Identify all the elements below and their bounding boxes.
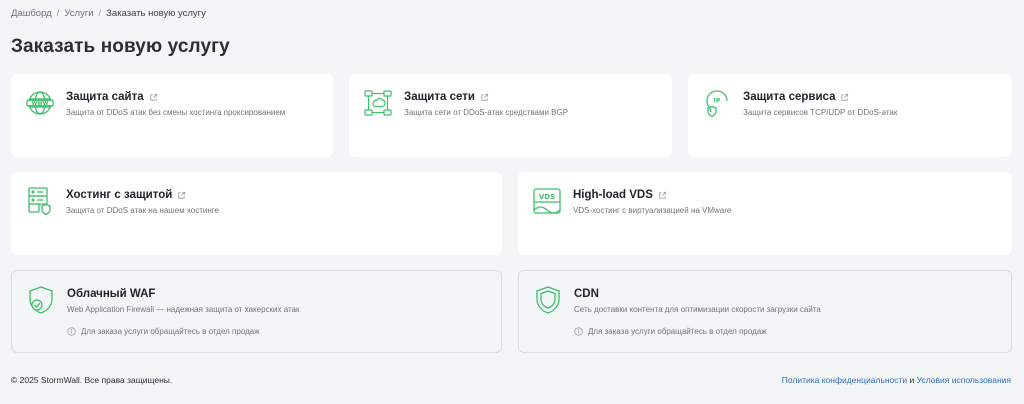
card-title: Облачный WAF [67,288,156,300]
sales-note: Для заказа услуги обращайтесь в отдел пр… [67,327,260,336]
external-link-icon [480,93,489,102]
shield-icon [533,285,563,315]
shield-check-icon [26,285,56,315]
card-title: High-load VDS [573,189,667,201]
card-description: Защита сервисов TCP/UDP от DDoS-атак [743,108,898,117]
service-card-service-protection[interactable]: IP Защита сервиса Защита сервисов TCP/UD… [688,74,1012,157]
card-title: Защита сайта [66,91,158,103]
breadcrumb-dashboard[interactable]: Дашборд [11,8,52,19]
external-link-icon [840,93,849,102]
page-title: Заказать новую услугу [11,36,230,57]
service-card-protected-hosting[interactable]: Хостинг с защитой Защита от DDoS атак на… [11,172,502,255]
service-card-cloud-waf: Облачный WAF Web Application Firewall — … [11,270,502,353]
privacy-policy-link[interactable]: Политика конфиденциальности [782,375,907,385]
card-title: Защита сервиса [743,91,849,103]
svg-text:VDS: VDS [539,193,555,201]
svg-text:IP: IP [714,98,721,105]
card-title: Защита сети [404,91,489,103]
card-description: VDS-хостинг с виртуализацией на VMware [573,206,732,215]
ip-shield-icon: IP [702,88,732,118]
service-card-cdn: CDN Сеть доставки контента для оптимизац… [518,270,1012,353]
external-link-icon [658,191,667,200]
card-description: Защита от DDoS атак на нашем хостинге [66,206,219,215]
copyright: © 2025 StormWall. Все права защищены. [11,375,173,385]
info-icon [67,327,76,336]
network-icon [363,88,393,118]
card-description: Защита от DDoS атак без смены хостинга п… [66,108,286,117]
www-globe-icon: WWW [25,88,55,118]
terms-of-use-link[interactable]: Условия использования [917,375,1011,385]
service-card-network-protection[interactable]: Защита сети Защита сети от DDoS-атак сре… [349,74,672,157]
svg-text:WWW: WWW [32,101,49,107]
card-description: Сеть доставки контента для оптимизации с… [574,305,821,314]
breadcrumb-separator: / [56,8,60,19]
service-card-highload-vds[interactable]: VDS High-load VDS VDS-хостинг с виртуали… [518,172,1012,255]
breadcrumb-current: Заказать новую услугу [106,8,206,19]
vds-icon: VDS [532,186,562,216]
card-title: CDN [574,288,599,300]
card-description: Защита сети от DDoS-атак средствами BGP [404,108,569,117]
card-description: Web Application Firewall — надежная защи… [67,305,300,314]
footer-and: и [909,375,915,385]
breadcrumb: Дашборд / Услуги / Заказать новую услугу [11,8,206,19]
service-card-site-protection[interactable]: WWW Защита сайта Защита от DDoS атак без… [11,74,333,157]
info-icon [574,327,583,336]
card-title: Хостинг с защитой [66,189,186,201]
server-icon [25,186,55,216]
external-link-icon [177,191,186,200]
footer-links: Политика конфиденциальности и Условия ис… [782,375,1011,385]
external-link-icon [149,93,158,102]
sales-note: Для заказа услуги обращайтесь в отдел пр… [574,327,767,336]
breadcrumb-separator: / [98,8,102,19]
breadcrumb-services[interactable]: Услуги [64,8,93,19]
